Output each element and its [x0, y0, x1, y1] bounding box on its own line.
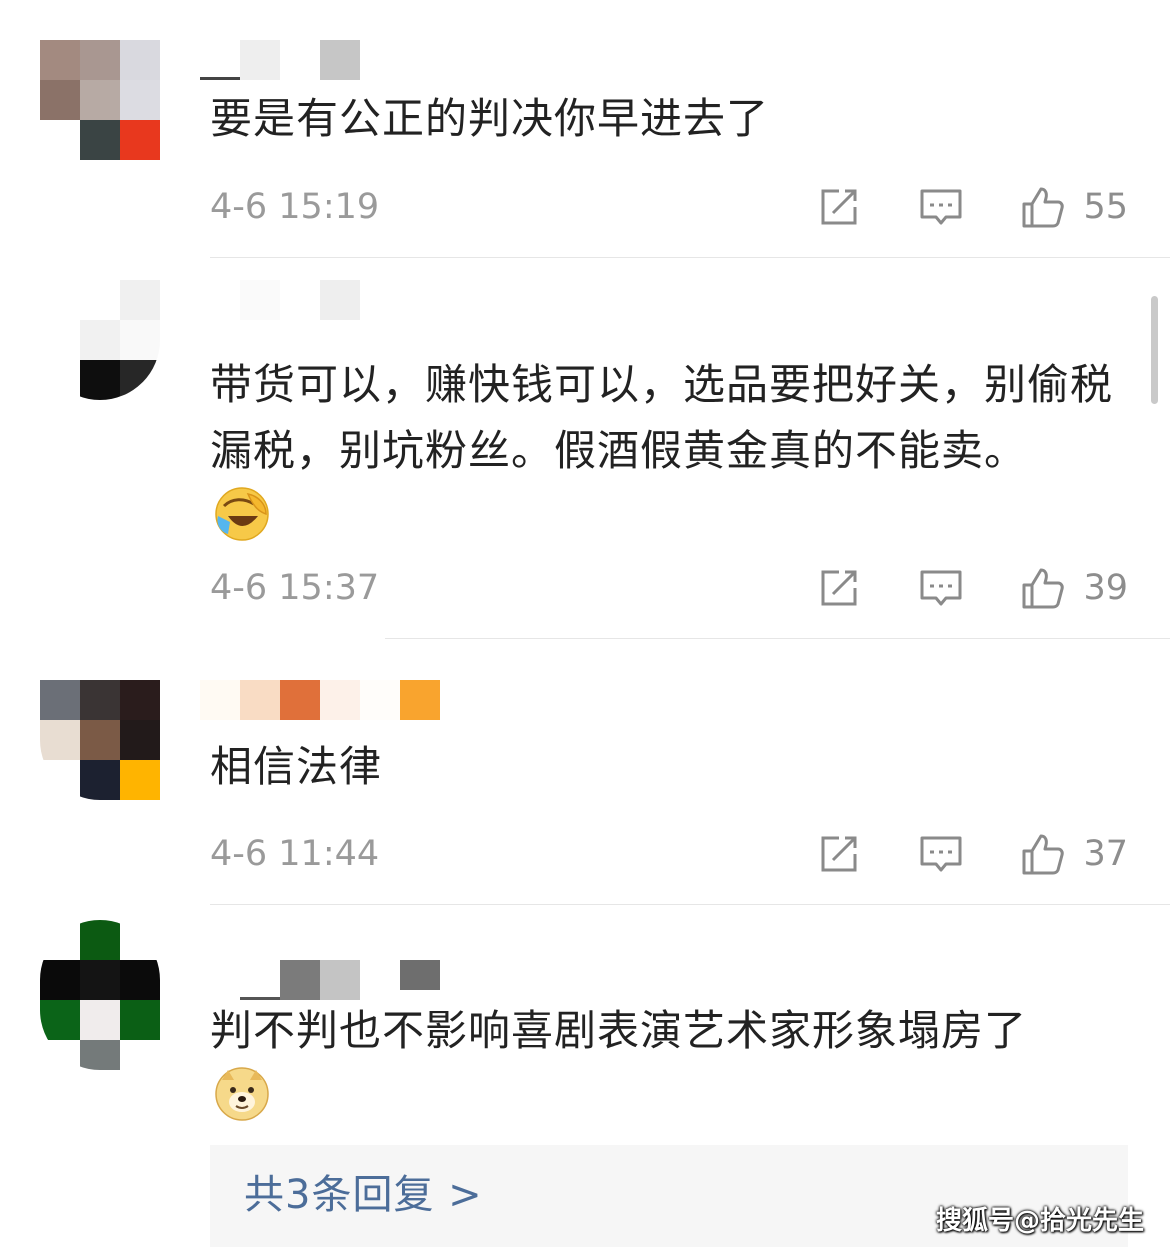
- share-icon[interactable]: [817, 832, 861, 876]
- watermark: 搜狐号@拾光先生: [935, 1206, 1144, 1236]
- username-redacted[interactable]: [200, 40, 460, 80]
- like-count: 37: [1083, 834, 1128, 874]
- view-replies-link[interactable]: 共3条回复 >: [244, 1167, 483, 1223]
- like-count: 39: [1083, 568, 1128, 608]
- reply-icon[interactable]: [919, 566, 963, 610]
- divider: [210, 257, 1170, 258]
- username-redacted[interactable]: [200, 960, 460, 1000]
- reply-icon[interactable]: [919, 185, 963, 229]
- avatar[interactable]: [40, 280, 160, 400]
- comment-text: 要是有公正的判决你早进去了: [210, 94, 770, 143]
- username-redacted[interactable]: [200, 680, 460, 720]
- share-icon[interactable]: [817, 566, 861, 610]
- divider: [210, 904, 1170, 905]
- username-redacted[interactable]: [200, 280, 460, 320]
- laughing-crying-emoji: [215, 487, 269, 541]
- comment-time: 4-6 15:37: [210, 568, 380, 608]
- comment-text: 相信法律: [210, 742, 383, 791]
- comment-text: 判不判也不影响喜剧表演艺术家形象塌房了: [210, 1006, 1028, 1055]
- comment-time: 4-6 15:19: [210, 187, 380, 227]
- like-count: 55: [1083, 187, 1128, 227]
- comment-actions: 39: [817, 563, 1128, 613]
- comment-actions: 55: [817, 182, 1128, 232]
- comment-meta: 4-6 15:19 55: [210, 182, 1128, 232]
- avatar[interactable]: [40, 40, 160, 160]
- avatar[interactable]: [40, 680, 160, 800]
- divider: [385, 638, 1170, 639]
- like-icon[interactable]: [1021, 185, 1065, 229]
- comment-text: 带货可以，赚快钱可以，选品要把好关，别偷税漏税，别坑粉丝。假酒假黄金真的不能卖。: [210, 360, 1114, 475]
- comment-meta: 4-6 15:37 39: [210, 563, 1128, 613]
- scrollbar[interactable]: [1151, 296, 1158, 404]
- comment-time: 4-6 11:44: [210, 834, 380, 874]
- comment-actions: 37: [817, 829, 1128, 879]
- comment-meta: 4-6 11:44 37: [210, 829, 1128, 879]
- doge-emoji: [215, 1067, 269, 1121]
- share-icon[interactable]: [817, 185, 861, 229]
- avatar[interactable]: [40, 920, 160, 1070]
- like-icon[interactable]: [1021, 832, 1065, 876]
- like-icon[interactable]: [1021, 566, 1065, 610]
- reply-icon[interactable]: [919, 832, 963, 876]
